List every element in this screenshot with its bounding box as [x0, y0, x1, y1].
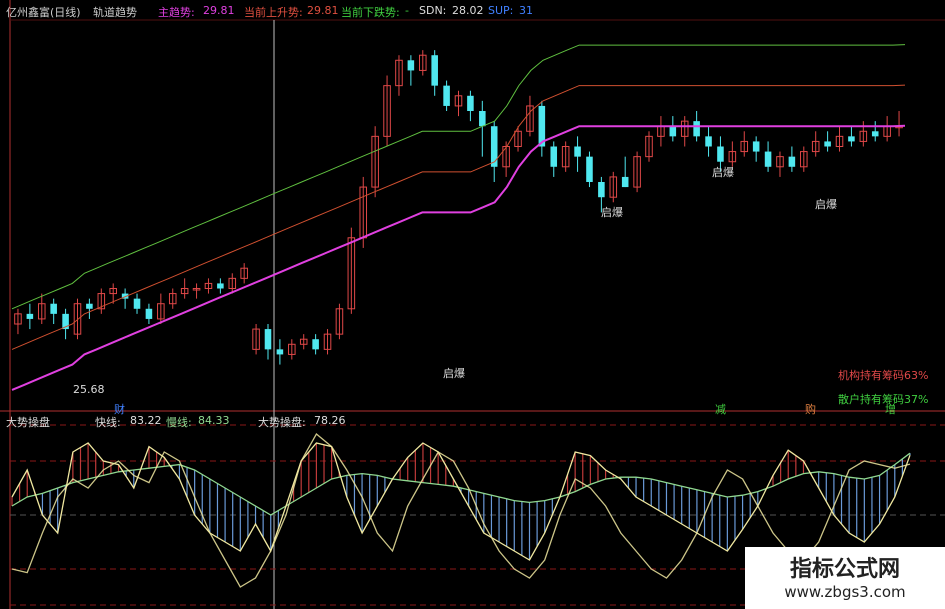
tag-jian: 减 [715, 403, 726, 416]
main-trend-label: 主趋势: [158, 6, 195, 19]
lower-panel-title: 大势操盘 [6, 416, 50, 429]
trend-value: 78.26 [314, 414, 346, 427]
candle-body-down [848, 136, 855, 142]
signal-label-4: 启爆 [815, 198, 837, 211]
fast-line-value: 83.22 [130, 414, 162, 427]
candle-body-down [752, 141, 760, 152]
candle-body-down [431, 55, 438, 86]
candle-body-down [705, 136, 712, 147]
candle-body-down [574, 146, 581, 157]
watermark-title: 指标公式网 [789, 557, 900, 582]
indicator-name: 轨道趋势 [93, 6, 137, 19]
candle-body-down [145, 308, 153, 319]
fast-line-label: 快线: [95, 416, 121, 429]
stock-title: 亿州鑫富(日线) [6, 6, 81, 19]
candle-body-down [407, 60, 415, 71]
candle-body-down [479, 111, 486, 127]
down-trend-label: 当前下跌势: [341, 6, 400, 19]
candle-body-down [264, 329, 272, 350]
sdn-value: 28.02 [452, 4, 484, 17]
candle-body-down [598, 182, 605, 198]
watermark: 指标公式网 www.zbgs3.com [745, 547, 945, 609]
low-price-marker: 25.68 [73, 383, 105, 396]
candle-body-down [443, 85, 450, 106]
signal-label-2: 启爆 [601, 206, 623, 219]
candle-body-down [717, 146, 724, 162]
candle-body-down [50, 303, 57, 314]
main-trend-value: 29.81 [203, 4, 235, 17]
tag-gou: 购 [805, 403, 816, 416]
tag-zeng: 增 [885, 403, 896, 416]
lower-trend-line [11, 44, 906, 310]
candle-body-down [312, 339, 319, 350]
candle-body-down [788, 156, 796, 167]
candle-body-down [26, 313, 34, 319]
candle-body-down [764, 151, 772, 167]
sup-value: 31 [519, 4, 533, 17]
institution-chips-label: 机构持有筹码63% [838, 369, 929, 382]
sdn-label: SDN: [419, 4, 447, 17]
signal-label-1: 启爆 [443, 367, 465, 380]
signal-label-3: 启爆 [712, 166, 734, 179]
up-trend-label: 当前上升势: [244, 6, 303, 19]
up-trend-value: 29.81 [307, 4, 339, 17]
trend-label: 大势操盘: [258, 416, 306, 429]
candle-body-down [86, 303, 93, 309]
retail-chips-label: 散户持有筹码37% [838, 393, 929, 406]
sup-label: SUP: [488, 4, 514, 17]
candle-body-down [693, 121, 700, 137]
candle-body-down [133, 298, 141, 309]
slow-line [11, 452, 911, 516]
stock-chart [0, 0, 945, 609]
candle-body-down [276, 349, 284, 355]
slow-line-value: 84.33 [198, 414, 230, 427]
candle-body-down [467, 95, 474, 111]
candle-body-down [550, 146, 558, 167]
watermark-url: www.zbgs3.com [784, 583, 906, 601]
candle-body-down [490, 126, 498, 167]
candle-body-down [621, 176, 629, 188]
candle-body-down [669, 126, 677, 137]
down-trend-value: - [405, 4, 409, 17]
candle-body-down [586, 156, 593, 182]
slow-line-label: 慢线: [166, 416, 192, 429]
candle-body-down [824, 141, 831, 147]
candle-body-down [871, 131, 879, 137]
candle-body-down [217, 283, 224, 289]
